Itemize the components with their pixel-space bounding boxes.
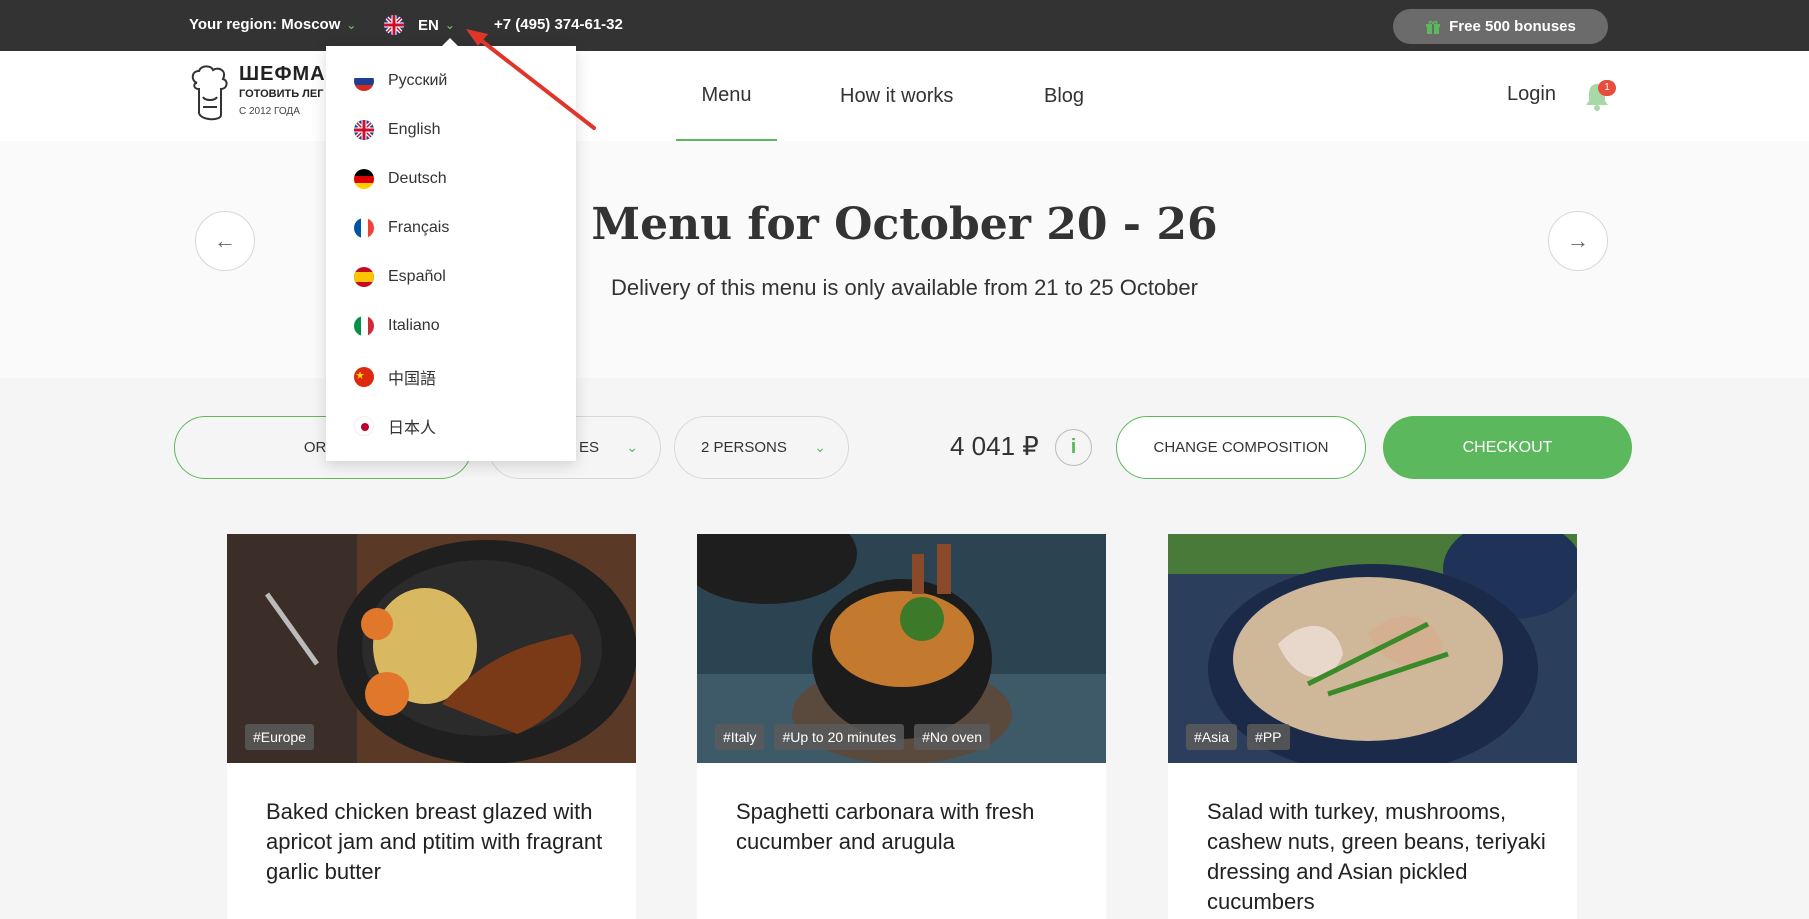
chevron-down-icon: ⌄ xyxy=(814,439,826,455)
language-selector[interactable]: EN ⌄ xyxy=(384,15,455,35)
language-option-label: Français xyxy=(388,219,450,236)
recipe-tag[interactable]: #No oven xyxy=(914,724,991,750)
recipe-title[interactable]: Baked chicken breast glazed with apricot… xyxy=(266,797,606,887)
recipe-card[interactable]: #Italy #Up to 20 minutes #No oven Spaghe… xyxy=(697,534,1106,919)
bonus-button[interactable]: Free 500 bonuses xyxy=(1393,9,1608,44)
france-flag-icon xyxy=(354,218,374,238)
recipe-card[interactable]: #Asia #PP Salad with turkey, mushrooms, … xyxy=(1168,534,1577,919)
language-option-chinese[interactable]: 中国語 xyxy=(354,365,436,389)
language-option-label: Deutsch xyxy=(388,170,447,187)
logo-title: ШЕФМАР xyxy=(239,63,340,85)
language-option-russian[interactable]: Русский xyxy=(354,71,447,91)
nav-menu[interactable]: Menu xyxy=(676,51,777,141)
nav-how-it-works[interactable]: How it works xyxy=(840,51,953,141)
region-selector[interactable]: Your region: Moscow ⌄ xyxy=(189,16,356,33)
language-dropdown: Русский English Deutsch Français Español… xyxy=(326,38,576,461)
recipe-card[interactable]: #Europe Baked chicken breast glazed with… xyxy=(227,534,636,919)
language-option-english[interactable]: English xyxy=(354,120,440,140)
info-icon[interactable]: i xyxy=(1055,429,1092,466)
bonus-label: Free 500 bonuses xyxy=(1449,18,1576,35)
language-option-label: Italiano xyxy=(388,317,440,334)
language-option-label: Español xyxy=(388,268,446,285)
recipe-tag[interactable]: #Up to 20 minutes xyxy=(774,724,905,750)
language-option-label: English xyxy=(388,121,441,138)
recipe-tag[interactable]: #PP xyxy=(1247,724,1290,750)
notification-badge: 1 xyxy=(1598,80,1616,96)
main-header: ШЕФМАР ГОТОВИТЬ ЛЕГ С 2012 ГОДА Menu How… xyxy=(0,51,1809,141)
germany-flag-icon xyxy=(354,169,374,189)
language-code: EN xyxy=(418,16,439,34)
servings-value: ES xyxy=(579,439,600,456)
language-option-label: 日本人 xyxy=(388,420,437,437)
menu-hero: ← Menu for October 20 - 26 Delivery of t… xyxy=(0,141,1809,378)
phone-number[interactable]: +7 (495) 374-61-32 xyxy=(494,16,623,33)
chevron-down-icon: ⌄ xyxy=(626,439,638,455)
language-option-label: Русский xyxy=(388,72,448,89)
nav-blog[interactable]: Blog xyxy=(1044,51,1084,141)
russia-flag-icon xyxy=(354,71,374,91)
chevron-down-icon: ⌄ xyxy=(346,18,357,32)
page-title: Menu for October 20 - 26 xyxy=(591,199,1218,250)
checkout-button[interactable]: CHECKOUT xyxy=(1383,416,1632,479)
gift-icon xyxy=(1426,20,1441,34)
login-link[interactable]: Login xyxy=(1507,83,1556,106)
recipe-tag[interactable]: #Europe xyxy=(245,724,314,750)
chef-logo-icon xyxy=(191,65,228,121)
total-price: 4 041 ₽ xyxy=(950,431,1039,461)
italy-flag-icon xyxy=(354,316,374,336)
uk-flag-icon xyxy=(354,120,374,140)
uk-flag-icon xyxy=(384,15,404,35)
language-option-japanese[interactable]: 日本人 xyxy=(354,414,436,438)
spain-flag-icon xyxy=(354,267,374,287)
language-option-spanish[interactable]: Español xyxy=(354,267,446,287)
persons-value: 2 PERSONS xyxy=(701,439,787,456)
recipe-title[interactable]: Salad with turkey, mushrooms, cashew nut… xyxy=(1207,797,1547,917)
chevron-down-icon: ⌄ xyxy=(444,18,455,32)
logo-since: С 2012 ГОДА xyxy=(239,106,300,117)
top-bar: Your region: Moscow ⌄ EN ⌄ +7 (495) 374-6… xyxy=(0,0,1809,51)
next-week-button[interactable]: → xyxy=(1548,211,1608,271)
recipe-tag[interactable]: #Asia xyxy=(1186,724,1238,750)
language-option-german[interactable]: Deutsch xyxy=(354,169,447,189)
arrow-right-icon: → xyxy=(1567,228,1589,253)
persons-select[interactable]: 2 PERSONS ⌄ xyxy=(674,416,849,479)
china-flag-icon xyxy=(354,367,374,387)
change-composition-button[interactable]: CHANGE COMPOSITION xyxy=(1116,416,1366,479)
language-option-label: 中国語 xyxy=(388,371,437,388)
japan-flag-icon xyxy=(354,416,374,436)
language-option-french[interactable]: Français xyxy=(354,218,449,238)
recipe-tag[interactable]: #Italy xyxy=(715,724,765,750)
logo-subtitle: ГОТОВИТЬ ЛЕГ xyxy=(239,88,324,100)
region-label: Your region: Moscow xyxy=(189,16,341,33)
logo[interactable]: ШЕФМАР ГОТОВИТЬ ЛЕГ С 2012 ГОДА xyxy=(189,63,340,125)
recipe-title[interactable]: Spaghetti carbonara with fresh cucumber … xyxy=(736,797,1076,857)
delivery-note: Delivery of this menu is only available … xyxy=(611,275,1198,300)
language-option-italian[interactable]: Italiano xyxy=(354,316,440,336)
